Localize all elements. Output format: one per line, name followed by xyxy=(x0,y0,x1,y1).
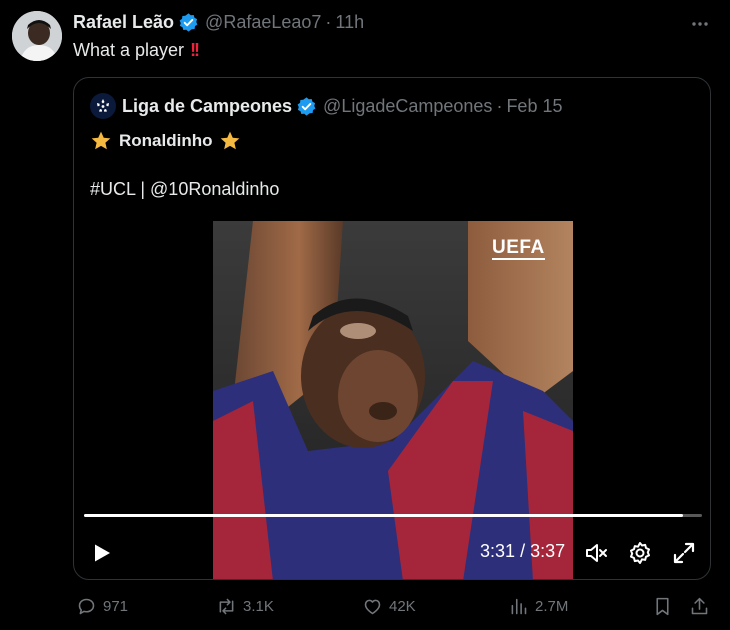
quoted-author-name[interactable]: Liga de Campeones xyxy=(122,96,292,117)
uefa-watermark: UEFA xyxy=(492,237,545,260)
views-count: 2.7M xyxy=(535,598,569,615)
video-progress-fill xyxy=(84,514,684,517)
tweet-actions-bar: 971 3.1K 42K 2.7M xyxy=(0,596,730,620)
video-frame[interactable]: UEFA xyxy=(213,221,573,579)
tweet-text: What a player !! xyxy=(73,40,200,61)
tweet-header: Rafael Leão @RafaeLeao7 · 11h xyxy=(73,12,364,33)
champions-league-logo-icon xyxy=(90,93,116,119)
repost-button[interactable]: 3.1K xyxy=(216,596,274,617)
more-options-icon[interactable] xyxy=(690,14,710,34)
current-time: 3:31 xyxy=(480,541,516,561)
author-handle[interactable]: @RafaeLeao7 xyxy=(205,12,321,33)
quoted-tweet[interactable]: Liga de Campeones @LigadeCampeones · Feb… xyxy=(73,77,711,580)
views-icon xyxy=(511,598,527,615)
reply-icon xyxy=(78,598,95,615)
settings-icon[interactable] xyxy=(627,540,653,566)
play-icon[interactable] xyxy=(91,542,113,564)
reply-count: 971 xyxy=(103,598,129,615)
video-time: 3:31 / 3:37 xyxy=(480,541,565,562)
quoted-title-line: Ronaldinho xyxy=(90,130,241,152)
views-button[interactable]: 2.7M xyxy=(508,596,568,617)
repost-icon xyxy=(219,598,234,615)
like-button[interactable]: 42K xyxy=(362,596,416,617)
video-still-image xyxy=(213,221,573,579)
verified-badge-icon xyxy=(178,12,199,33)
repost-count: 3.1K xyxy=(243,598,274,615)
verified-badge-icon xyxy=(296,96,317,117)
quoted-date[interactable]: Feb 15 xyxy=(506,96,562,117)
quoted-author-handle[interactable]: @LigadeCampeones xyxy=(323,96,492,117)
volume-muted-icon[interactable] xyxy=(583,540,609,566)
like-count: 42K xyxy=(389,598,416,615)
bookmark-button[interactable] xyxy=(652,596,679,617)
star-emoji-icon xyxy=(90,130,112,152)
reply-button[interactable]: 971 xyxy=(76,596,128,617)
double-exclamation-emoji: !! xyxy=(190,40,200,60)
share-button[interactable] xyxy=(689,596,716,617)
quoted-header-separator: · xyxy=(496,95,503,116)
quoted-tags[interactable]: #UCL | @10Ronaldinho xyxy=(90,179,279,200)
avatar[interactable] xyxy=(12,11,62,61)
quoted-tweet-header: Liga de Campeones @LigadeCampeones · Feb… xyxy=(90,93,562,119)
share-icon xyxy=(691,597,708,615)
tweet-body: What a player xyxy=(73,40,185,60)
author-name[interactable]: Rafael Leão xyxy=(73,12,174,33)
quoted-title: Ronaldinho xyxy=(119,131,213,150)
duration: 3:37 xyxy=(530,541,566,561)
star-emoji-icon xyxy=(219,130,241,152)
time-separator: / xyxy=(520,541,526,561)
heart-icon xyxy=(364,599,381,615)
tweet-time[interactable]: 11h xyxy=(335,12,364,33)
video-progress-bar[interactable] xyxy=(84,514,702,517)
bookmark-icon xyxy=(656,597,669,616)
header-separator: · xyxy=(325,12,332,32)
fullscreen-icon[interactable] xyxy=(671,540,697,566)
